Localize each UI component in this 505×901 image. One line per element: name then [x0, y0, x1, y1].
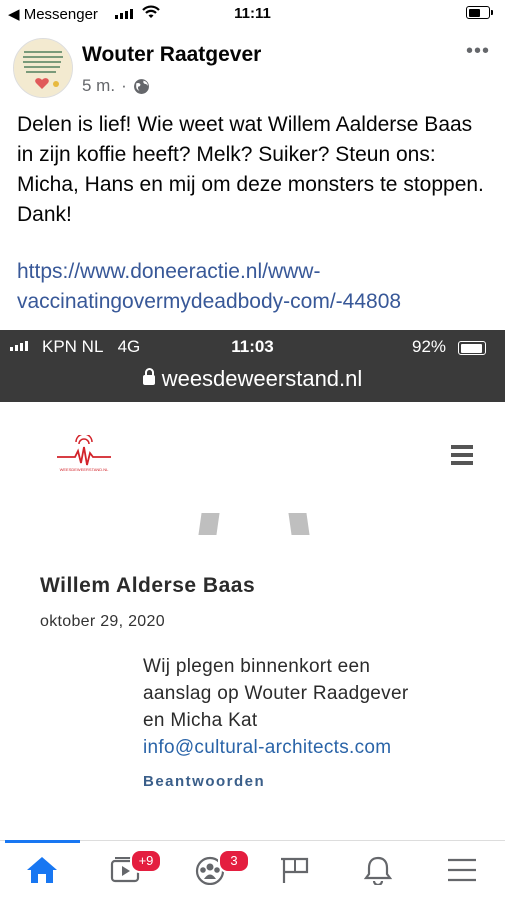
post-author[interactable]: Wouter Raatgever — [82, 43, 261, 67]
comment-line: aanslag op Wouter Raadgever — [143, 683, 409, 704]
comment-email: info@cultural-architects.com — [143, 737, 392, 758]
lock-icon — [142, 368, 155, 385]
post-meta: 5 m. · — [82, 76, 150, 96]
flag-icon — [281, 857, 309, 883]
comment-date: oktober 29, 2020 — [40, 613, 165, 630]
tab-pages[interactable] — [264, 851, 324, 891]
tab-watch[interactable]: +9 — [96, 849, 162, 891]
tab-home[interactable] — [12, 851, 72, 891]
site-logo: WEESDEWEERSTAND.NL — [57, 435, 111, 472]
comment-line: en Micha Kat — [143, 710, 258, 731]
home-icon — [27, 857, 57, 883]
status-bar: ◀ Messenger 11:11 — [0, 0, 505, 28]
groups-badge: 3 — [218, 849, 250, 873]
embedded-screenshot[interactable]: KPN NL 4G 11:03 92% weesdeweerstand.nl W… — [0, 330, 505, 840]
bell-icon — [363, 856, 393, 885]
meta-separator: · — [121, 76, 127, 95]
status-time: 11:11 — [234, 5, 271, 22]
more-horizontal-icon[interactable]: ••• — [466, 40, 490, 63]
battery-icon — [466, 6, 493, 19]
site-logo-text: WEESDEWEERSTAND.NL — [60, 467, 110, 472]
tab-notifications[interactable] — [348, 851, 408, 891]
avatar[interactable] — [13, 38, 73, 98]
embedded-battery-level — [460, 343, 482, 353]
comment-author: Willem Alderse Baas — [40, 574, 256, 597]
image-fragment-left — [198, 513, 220, 535]
post-header: Wouter Raatgever 5 m. · ••• — [0, 38, 505, 102]
active-tab-indicator — [5, 840, 80, 843]
embedded-url: weesdeweerstand.nl — [161, 366, 363, 391]
tab-bar: +9 3 — [0, 840, 505, 901]
post-link[interactable]: https://www.doneeractie.nl/www-vaccinati… — [17, 257, 492, 317]
embedded-battery-icon — [458, 341, 486, 355]
site-menu-icon[interactable] — [451, 445, 473, 465]
menu-icon — [448, 858, 476, 882]
reply-link: Beantwoorden — [143, 773, 266, 790]
post-text: Delen is lief! Wie weet wat Willem Aalde… — [17, 113, 484, 226]
embedded-status-bar: KPN NL 4G 11:03 92% — [0, 330, 505, 363]
avatar-image — [14, 39, 72, 97]
comment-body: Wij plegen binnenkort een aanslag op Wou… — [143, 653, 483, 761]
post-time[interactable]: 5 m. — [82, 76, 115, 96]
tab-groups[interactable]: 3 — [180, 849, 250, 891]
battery-level — [468, 8, 480, 17]
watch-badge: +9 — [130, 849, 162, 873]
globe-icon — [133, 78, 149, 94]
tab-menu[interactable] — [432, 851, 492, 891]
embedded-battery-text: 92% — [412, 337, 447, 356]
comment-line: Wij plegen binnenkort een — [143, 656, 371, 677]
embedded-url-bar: weesdeweerstand.nl — [0, 363, 505, 402]
image-fragment-right — [288, 513, 310, 535]
